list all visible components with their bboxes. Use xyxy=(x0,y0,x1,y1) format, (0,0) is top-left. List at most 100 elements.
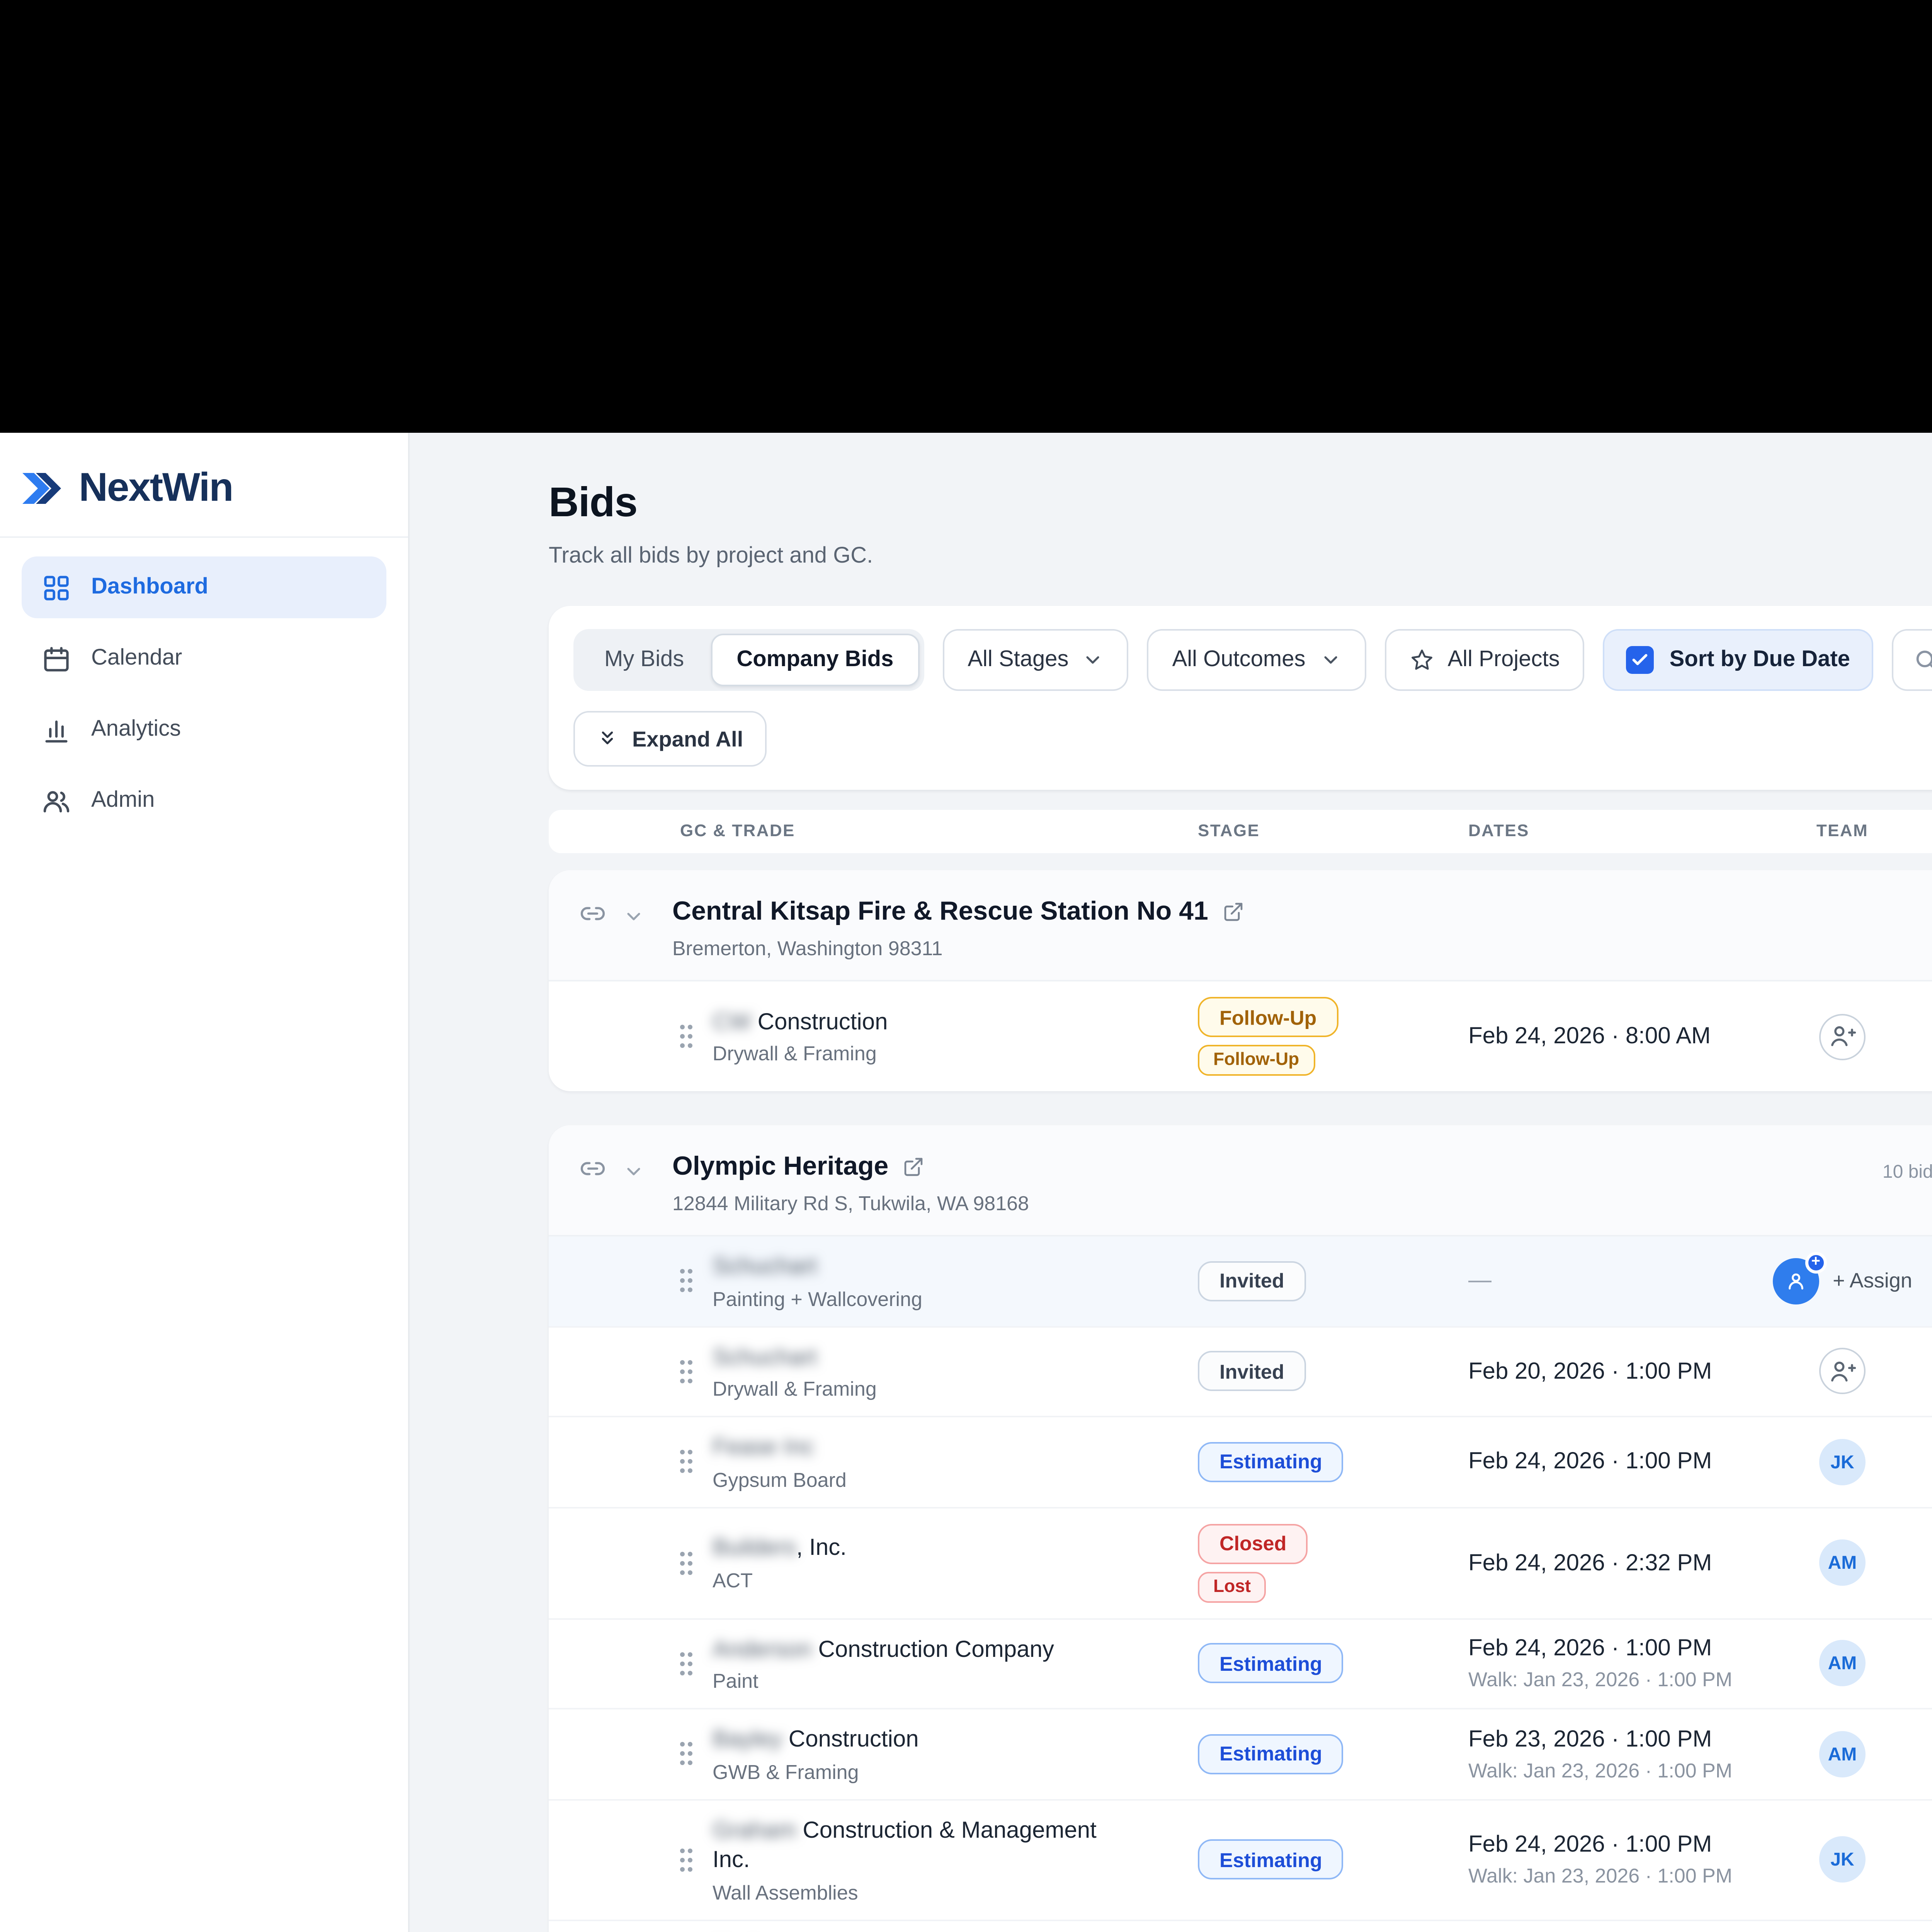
bid-date: Feb 20, 2026 · 1:00 PM xyxy=(1468,1358,1742,1384)
page-subtitle: Track all bids by project and GC. xyxy=(549,544,873,569)
external-link-icon[interactable] xyxy=(902,1156,924,1178)
project-group-header: Olympic Heritage 12844 Military Rd S, Tu… xyxy=(549,1125,1932,1236)
sidebar-item-dashboard[interactable]: Dashboard xyxy=(22,556,386,618)
sidebar-item-analytics[interactable]: Analytics xyxy=(22,699,386,760)
project-bid-counts: 10 bids · 8 active · 1 linked xyxy=(1883,1161,1932,1182)
walk-date: Walk: Jan 23, 2026 · 1:00 PM xyxy=(1468,1759,1742,1782)
bid-date: Feb 24, 2026 · 2:32 PM xyxy=(1468,1549,1742,1576)
trade-name: Gypsum Board xyxy=(713,1468,847,1491)
table-header: GC & TRADE STAGE DATES TEAM NEXT DUE DAT… xyxy=(549,810,1932,853)
trade-name: Drywall & Framing xyxy=(713,1377,877,1400)
user-plus-icon xyxy=(1829,1360,1855,1383)
bid-row: Anderson Construction Company Paint Esti… xyxy=(549,1617,1932,1708)
collapse-chevron-icon[interactable] xyxy=(623,1160,645,1182)
drag-handle-icon[interactable] xyxy=(679,1650,694,1677)
drag-handle-icon[interactable] xyxy=(679,1268,694,1294)
user-plus-icon xyxy=(1829,1025,1855,1048)
project-address: Bremerton, Washington 98311 xyxy=(672,937,1244,960)
project-title: Central Kitsap Fire & Rescue Station No … xyxy=(672,896,1208,927)
trade-name: Drywall & Framing xyxy=(713,1042,888,1065)
bid-row: Schuchart Drywall & Framing Invited Feb … xyxy=(549,1325,1932,1416)
bid-row: Builders, Inc. ACT Closed Lost Feb 24, 2… xyxy=(549,1506,1932,1617)
gc-name: Builders, Inc. xyxy=(713,1534,847,1564)
link-icon[interactable] xyxy=(580,903,606,929)
checkbox-checked-icon xyxy=(1626,646,1654,674)
sort-by-due-date-toggle[interactable]: Sort by Due Date xyxy=(1603,629,1873,691)
assign-button[interactable]: + Assign xyxy=(1833,1269,1912,1293)
sidebar-item-calendar[interactable]: Calendar xyxy=(22,628,386,689)
company-bids-segment[interactable]: Company Bids xyxy=(710,634,920,686)
page-title: Bids xyxy=(549,479,873,527)
sidebar-item-admin[interactable]: Admin xyxy=(22,770,386,832)
trade-name: ACT xyxy=(713,1568,847,1592)
page-header: Bids Track all bids by project and GC. A… xyxy=(549,479,1932,569)
project-title: Olympic Heritage xyxy=(672,1151,888,1182)
expand-all-button[interactable]: Expand All xyxy=(573,711,766,767)
stage-badge: Estimating xyxy=(1198,1734,1344,1774)
project-group-central-kitsap: Central Kitsap Fire & Rescue Station No … xyxy=(549,870,1932,1091)
all-projects-filter[interactable]: All Projects xyxy=(1384,629,1585,691)
avatar-plus-badge: + xyxy=(1805,1252,1827,1273)
stage-badge: Invited xyxy=(1198,1261,1306,1301)
project-address: 12844 Military Rd S, Tukwila, WA 98168 xyxy=(672,1192,1029,1215)
drag-handle-icon[interactable] xyxy=(679,1023,694,1049)
sidebar-item-label: Admin xyxy=(91,788,155,813)
drag-handle-icon[interactable] xyxy=(679,1549,694,1576)
drag-handle-icon[interactable] xyxy=(679,1358,694,1384)
drag-handle-icon[interactable] xyxy=(679,1449,694,1475)
assign-user-button[interactable] xyxy=(1819,1013,1866,1060)
bid-row: Bayley Construction GWB & Framing Estima… xyxy=(549,1708,1932,1798)
bid-row: Graham Construction & Management Inc. Pa… xyxy=(549,1919,1932,1932)
bid-row: Graham Construction & Management Inc. Wa… xyxy=(549,1798,1932,1919)
my-bids-segment[interactable]: My Bids xyxy=(578,634,710,686)
bid-date: Feb 24, 2026 · 8:00 AM xyxy=(1468,1023,1742,1049)
project-group-olympic-heritage: Olympic Heritage 12844 Military Rd S, Tu… xyxy=(549,1125,1932,1932)
stage-badge: Closed xyxy=(1198,1523,1308,1563)
trade-name: Painting + Wallcovering xyxy=(713,1287,922,1310)
all-stages-dropdown[interactable]: All Stages xyxy=(943,629,1129,691)
bar-chart-icon xyxy=(42,715,71,744)
trade-name: GWB & Framing xyxy=(713,1760,919,1783)
main-content: Bids Track all bids by project and GC. A… xyxy=(410,433,1932,1932)
gc-name: Schuchart xyxy=(713,1252,922,1282)
screen: NextWin Dashboard Calendar Analytics Adm… xyxy=(0,0,1932,1932)
sidebar-item-label: Calendar xyxy=(91,646,182,671)
brand: NextWin xyxy=(0,433,408,538)
column-header-stage: STAGE xyxy=(1198,822,1468,841)
stage-badge: Estimating xyxy=(1198,1442,1344,1482)
drag-handle-icon[interactable] xyxy=(679,1846,694,1872)
walk-date: Walk: Jan 23, 2026 · 1:00 PM xyxy=(1468,1668,1742,1691)
trade-name: Paint xyxy=(713,1669,1054,1692)
users-icon xyxy=(42,786,71,815)
chevrons-down-icon xyxy=(597,728,618,750)
all-outcomes-dropdown[interactable]: All Outcomes xyxy=(1148,629,1366,691)
sidebar: NextWin Dashboard Calendar Analytics Adm… xyxy=(0,433,410,1932)
assigned-user-avatar: + xyxy=(1772,1258,1819,1304)
search-box xyxy=(1892,629,1932,691)
team-avatar: JK xyxy=(1819,1836,1866,1883)
chevron-down-icon xyxy=(1320,649,1341,671)
assign-user-button[interactable] xyxy=(1819,1348,1866,1395)
bid-row: Schuchart Painting + Wallcovering Invite… xyxy=(549,1236,1932,1325)
gc-name: Fease Inc xyxy=(713,1433,847,1463)
bid-date: Feb 24, 2026 · 1:00 PM xyxy=(1468,1449,1742,1475)
gc-name: Bayley Construction xyxy=(713,1725,919,1755)
bids-scope-segmented-control: My Bids Company Bids xyxy=(573,629,924,691)
filter-bar: My Bids Company Bids All Stages All Outc… xyxy=(549,606,1932,790)
collapse-chevron-icon[interactable] xyxy=(623,905,645,927)
link-icon[interactable] xyxy=(580,1158,606,1184)
column-header-team: TEAM xyxy=(1742,822,1932,841)
gc-name: Anderson Construction Company xyxy=(713,1634,1054,1665)
external-link-icon[interactable] xyxy=(1222,901,1244,923)
team-avatar: JK xyxy=(1819,1439,1866,1485)
app-window: NextWin Dashboard Calendar Analytics Adm… xyxy=(0,433,1932,1932)
drag-handle-icon[interactable] xyxy=(679,1741,694,1767)
bid-row: Fease Inc Gypsum Board Estimating Feb 24… xyxy=(549,1416,1932,1506)
stage-badge: Invited xyxy=(1198,1351,1306,1391)
dashboard-grid-icon xyxy=(42,573,71,602)
user-icon xyxy=(1785,1270,1806,1292)
nextwin-logo-icon xyxy=(19,464,65,511)
project-group-header: Central Kitsap Fire & Rescue Station No … xyxy=(549,870,1932,981)
team-avatar: AM xyxy=(1819,1640,1866,1687)
gc-name: CW Construction xyxy=(713,1007,888,1037)
